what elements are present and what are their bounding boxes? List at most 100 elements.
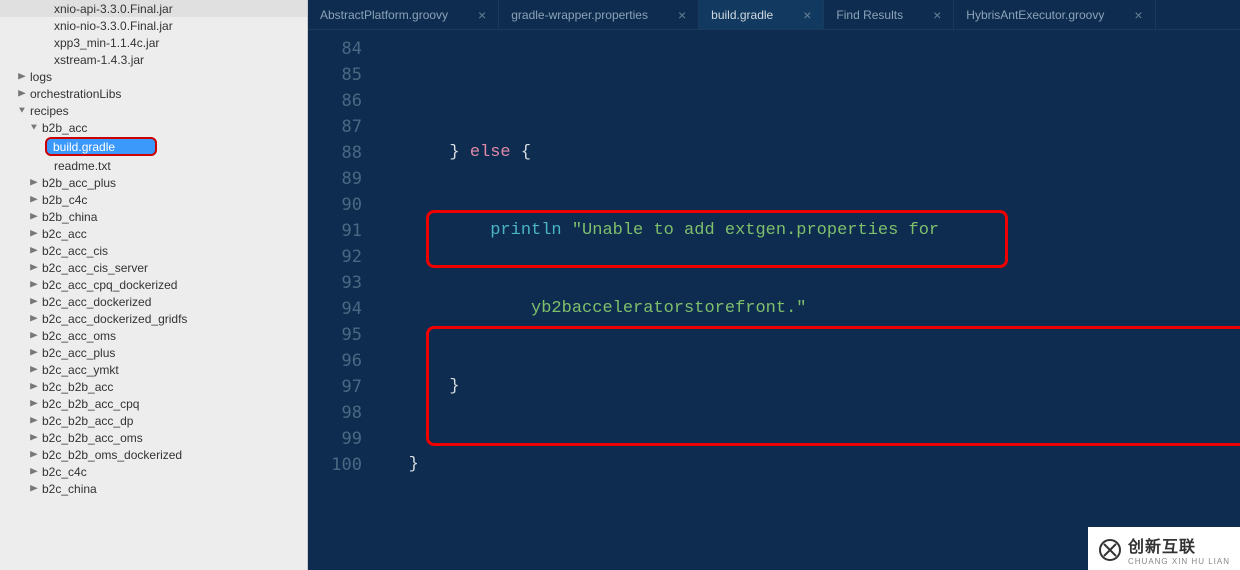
tree-item-label: b2c_acc_ymkt <box>40 363 119 377</box>
watermark-text: 创新互联 <box>1128 533 1230 557</box>
tree-item-b2c-b2b-acc[interactable]: ▶b2c_b2b_acc <box>0 378 307 395</box>
tree-item-label: build.gradle <box>51 140 115 154</box>
tree-item-b2c-acc-plus[interactable]: ▶b2c_acc_plus <box>0 344 307 361</box>
tree-item-b2c-b2b-acc-dp[interactable]: ▶b2c_b2b_acc_dp <box>0 412 307 429</box>
tree-item-b2c-b2b-acc-oms[interactable]: ▶b2c_b2b_acc_oms <box>0 429 307 446</box>
caret-right-icon[interactable]: ▶ <box>28 416 40 425</box>
caret-right-icon[interactable]: ▶ <box>28 178 40 187</box>
line-number: 91 <box>308 218 362 244</box>
tree-item-label: b2b_c4c <box>40 193 87 207</box>
tree-item-b2b-china[interactable]: ▶b2b_china <box>0 208 307 225</box>
tree-item-label: b2c_acc_cpq_dockerized <box>40 278 177 292</box>
line-number: 87 <box>308 114 362 140</box>
tree-item-xstream-1-4-3-jar[interactable]: xstream-1.4.3.jar <box>0 51 307 68</box>
tab-label: HybrisAntExecutor.groovy <box>966 8 1104 22</box>
line-number: 88 <box>308 140 362 166</box>
caret-right-icon[interactable]: ▶ <box>28 263 40 272</box>
caret-right-icon[interactable]: ▶ <box>28 399 40 408</box>
line-number: 84 <box>308 36 362 62</box>
code-token: } <box>449 143 469 162</box>
file-tree-sidebar[interactable]: xnio-api-3.3.0.Final.jarxnio-nio-3.3.0.F… <box>0 0 308 570</box>
caret-right-icon[interactable]: ▶ <box>16 89 28 98</box>
tree-item-label: b2c_acc_dockerized <box>40 295 151 309</box>
caret-right-icon[interactable]: ▶ <box>28 484 40 493</box>
tree-item-label: b2c_acc_cis <box>40 244 108 258</box>
tree-item-label: b2c_c4c <box>40 465 87 479</box>
tree-item-b2c-acc-oms[interactable]: ▶b2c_acc_oms <box>0 327 307 344</box>
line-number: 85 <box>308 62 362 88</box>
tree-item-b2b-c4c[interactable]: ▶b2b_c4c <box>0 191 307 208</box>
line-number: 100 <box>308 452 362 478</box>
editor-main: AbstractPlatform.groovy×gradle-wrapper.p… <box>308 0 1240 570</box>
tree-item-label: b2c_acc_dockerized_gridfs <box>40 312 187 326</box>
tree-item-label: xpp3_min-1.1.4c.jar <box>52 36 159 50</box>
tree-item-label: b2c_acc_oms <box>40 329 116 343</box>
caret-right-icon[interactable]: ▶ <box>28 280 40 289</box>
tree-item-label: b2c_acc_plus <box>40 346 115 360</box>
caret-right-icon[interactable]: ▶ <box>28 467 40 476</box>
caret-down-icon[interactable]: ▼ <box>28 123 40 132</box>
code-content[interactable]: } else { println "Unable to add extgen.p… <box>378 30 1240 570</box>
watermark-subtext: CHUANG XIN HU LIAN <box>1128 557 1230 566</box>
close-icon[interactable]: × <box>678 7 686 23</box>
close-icon[interactable]: × <box>933 7 941 23</box>
tree-item-b2c-acc-cis-server[interactable]: ▶b2c_acc_cis_server <box>0 259 307 276</box>
tree-item-label: b2b_acc_plus <box>40 176 116 190</box>
caret-right-icon[interactable]: ▶ <box>28 348 40 357</box>
tree-item-b2b-acc[interactable]: ▼b2b_acc <box>0 119 307 136</box>
caret-right-icon[interactable]: ▶ <box>28 331 40 340</box>
tab-build-gradle[interactable]: build.gradle × <box>699 0 824 29</box>
tree-item-b2c-acc-dockerized-gridfs[interactable]: ▶b2c_acc_dockerized_gridfs <box>0 310 307 327</box>
tree-item-b2c-acc-dockerized[interactable]: ▶b2c_acc_dockerized <box>0 293 307 310</box>
code-token: } <box>409 455 419 474</box>
tree-item-xnio-nio-3-3-0-final-jar[interactable]: xnio-nio-3.3.0.Final.jar <box>0 17 307 34</box>
close-icon[interactable]: × <box>1134 7 1142 23</box>
caret-right-icon[interactable]: ▶ <box>28 433 40 442</box>
caret-right-icon[interactable]: ▶ <box>28 314 40 323</box>
line-number: 96 <box>308 348 362 374</box>
tree-item-label: b2b_china <box>40 210 97 224</box>
tree-item-build-gradle[interactable]: build.gradle <box>45 137 157 156</box>
caret-right-icon[interactable]: ▶ <box>28 212 40 221</box>
close-icon[interactable]: × <box>478 7 486 23</box>
caret-right-icon[interactable]: ▶ <box>28 450 40 459</box>
tree-item-b2c-b2b-oms-dockerized[interactable]: ▶b2c_b2b_oms_dockerized <box>0 446 307 463</box>
tree-item-b2c-acc[interactable]: ▶b2c_acc <box>0 225 307 242</box>
caret-right-icon[interactable]: ▶ <box>28 229 40 238</box>
caret-right-icon[interactable]: ▶ <box>28 246 40 255</box>
line-number: 86 <box>308 88 362 114</box>
tree-item-logs[interactable]: ▶logs <box>0 68 307 85</box>
tree-item-b2c-china[interactable]: ▶b2c_china <box>0 480 307 497</box>
line-number: 92 <box>308 244 362 270</box>
tree-item-b2c-c4c[interactable]: ▶b2c_c4c <box>0 463 307 480</box>
tree-item-xnio-api-3-3-0-final-jar[interactable]: xnio-api-3.3.0.Final.jar <box>0 0 307 17</box>
tree-item-b2c-acc-cpq-dockerized[interactable]: ▶b2c_acc_cpq_dockerized <box>0 276 307 293</box>
tab-gradle-wrapper-properties[interactable]: gradle-wrapper.properties× <box>499 0 699 29</box>
caret-right-icon[interactable]: ▶ <box>28 365 40 374</box>
caret-right-icon[interactable]: ▶ <box>28 195 40 204</box>
tab-label: AbstractPlatform.groovy <box>320 8 448 22</box>
tree-item-readme-txt[interactable]: readme.txt <box>0 157 307 174</box>
tree-item-b2c-acc-ymkt[interactable]: ▶b2c_acc_ymkt <box>0 361 307 378</box>
tree-item-label: recipes <box>28 104 69 118</box>
tab-label: build.gradle <box>711 8 773 22</box>
caret-down-icon[interactable]: ▼ <box>16 106 28 115</box>
tab-find-results[interactable]: Find Results× <box>824 0 954 29</box>
tree-item-recipes[interactable]: ▼recipes <box>0 102 307 119</box>
tab-hybrisantexecutor-groovy[interactable]: HybrisAntExecutor.groovy × <box>954 0 1155 29</box>
close-icon[interactable]: × <box>803 7 811 23</box>
tree-item-b2c-acc-cis[interactable]: ▶b2c_acc_cis <box>0 242 307 259</box>
tree-item-xpp3-min-1-1-4c-jar[interactable]: xpp3_min-1.1.4c.jar <box>0 34 307 51</box>
tree-item-b2b-acc-plus[interactable]: ▶b2b_acc_plus <box>0 174 307 191</box>
tab-abstractplatform-groovy[interactable]: AbstractPlatform.groovy × <box>308 0 499 29</box>
tree-item-orchestrationlibs[interactable]: ▶orchestrationLibs <box>0 85 307 102</box>
caret-right-icon[interactable]: ▶ <box>28 382 40 391</box>
code-area: 84858687888990919293949596979899100 } el… <box>308 30 1240 570</box>
tree-item-b2c-b2b-acc-cpq[interactable]: ▶b2c_b2b_acc_cpq <box>0 395 307 412</box>
caret-right-icon[interactable]: ▶ <box>28 297 40 306</box>
caret-right-icon[interactable]: ▶ <box>16 72 28 81</box>
line-number: 97 <box>308 374 362 400</box>
line-number: 98 <box>308 400 362 426</box>
tree-item-label: orchestrationLibs <box>28 87 121 101</box>
string-literal: yb2bacceleratorstorefront." <box>531 299 806 318</box>
